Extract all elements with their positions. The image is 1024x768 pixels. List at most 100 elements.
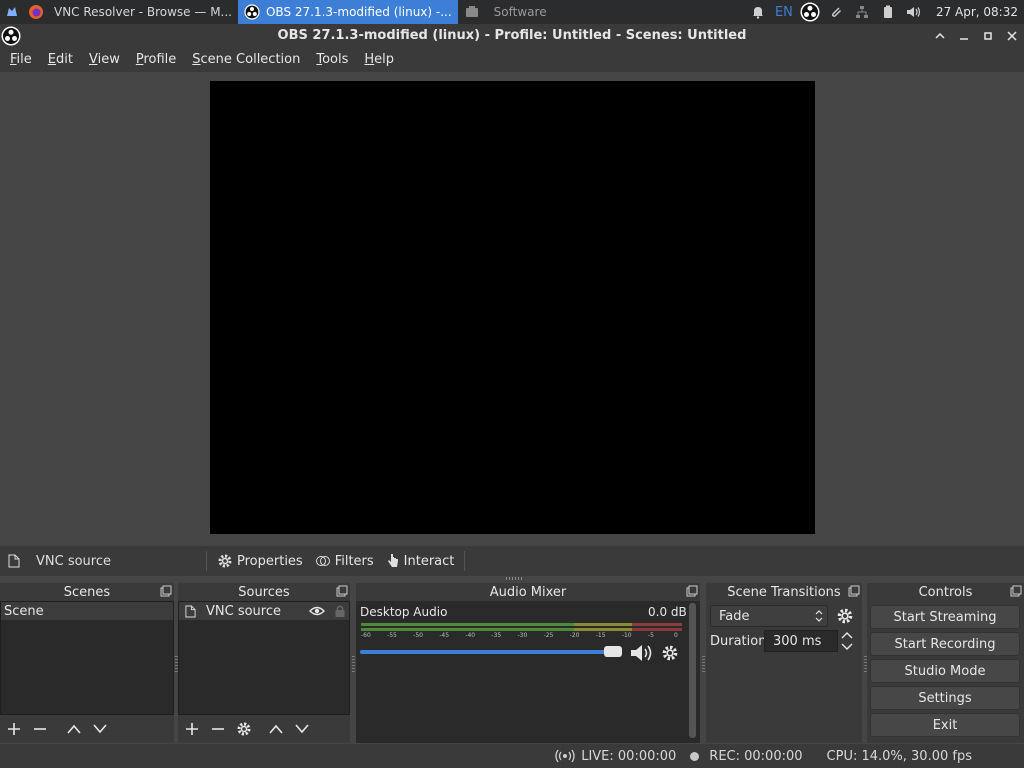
menu-profile[interactable]: Profile (128, 52, 184, 67)
clock[interactable]: 27 Apr, 08:32 (936, 5, 1018, 19)
close-button[interactable] (1004, 28, 1020, 44)
rec-status: REC: 00:00:00 (690, 749, 803, 764)
menu-edit[interactable]: Edit (40, 52, 81, 67)
duration-stepper[interactable] (840, 630, 856, 652)
source-item[interactable]: VNC source (179, 602, 349, 620)
menu-scene-collection[interactable]: Scene Collection (184, 52, 308, 67)
meter-tick-label: -10 (621, 632, 632, 639)
remove-source-button[interactable] (208, 719, 228, 739)
task-software[interactable]: Software (458, 0, 553, 24)
current-source-name: VNC source (36, 553, 111, 569)
menu-help[interactable]: Help (356, 52, 402, 67)
controls-title: Controls (867, 583, 1024, 601)
undock-icon[interactable] (1010, 585, 1022, 597)
gear-icon (237, 722, 251, 736)
bell-icon[interactable] (748, 2, 768, 22)
meter-tick-label: -5 (647, 632, 654, 639)
scene-item[interactable]: Scene (1, 602, 173, 620)
firefox-icon[interactable] (24, 0, 48, 24)
audio-mixer-dock: Audio Mixer Desktop Audio 0.0 dB -60 -55 -… (356, 583, 700, 743)
gear-icon (218, 554, 232, 568)
add-source-button[interactable] (182, 719, 202, 739)
exit-button[interactable]: Exit (870, 713, 1020, 737)
preview-canvas[interactable] (210, 81, 815, 534)
menu-bar: File Edit View Profile Scene Collection … (0, 47, 1024, 72)
filters-button[interactable]: Filters (309, 553, 380, 569)
status-bar: LIVE: 00:00:00 REC: 00:00:00 CPU: 14.0%,… (0, 744, 1024, 768)
network-icon[interactable] (852, 2, 872, 22)
stepper-arrows-icon (841, 632, 853, 650)
keyboard-layout-indicator[interactable]: EN (774, 2, 794, 22)
start-streaming-button[interactable]: Start Streaming (870, 605, 1020, 629)
scenes-dock: Scenes Scene (0, 583, 174, 743)
toolbar-separator (464, 551, 466, 571)
source-properties-button[interactable] (234, 719, 254, 739)
move-scene-up-button[interactable] (64, 719, 84, 739)
controls-dock: Controls Start Streaming Start Recording… (867, 583, 1024, 743)
scenes-list[interactable]: Scene (0, 601, 174, 715)
scenes-title: Scenes (0, 583, 174, 601)
dock-splitter[interactable] (352, 656, 355, 672)
duration-input[interactable]: 300 ms (764, 630, 838, 652)
window-title: OBS 27.1.3-modified (linux) - Profile: U… (277, 28, 747, 43)
app-menu-icon[interactable] (0, 0, 24, 24)
mixer-settings-button[interactable] (659, 643, 681, 663)
mixer-db-value: 0.0 dB (648, 605, 687, 619)
studio-mode-button[interactable]: Studio Mode (870, 659, 1020, 683)
scene-transitions-title: Scene Transitions (706, 583, 862, 601)
file-icon (8, 554, 20, 568)
remove-scene-button[interactable] (30, 719, 50, 739)
lock-icon[interactable] (334, 604, 346, 618)
eye-icon[interactable] (309, 604, 325, 618)
taskbar: VNC Resolver - Browse — M... OBS 27.1.3-… (0, 0, 1024, 24)
obs-tray-icon[interactable] (800, 2, 820, 22)
menu-view[interactable]: View (81, 52, 128, 67)
battery-icon[interactable] (878, 2, 898, 22)
interact-button[interactable]: Interact (380, 553, 461, 569)
mute-button[interactable] (628, 642, 654, 664)
scenes-toolbar (0, 715, 174, 743)
sources-list[interactable]: VNC source (178, 601, 350, 715)
properties-button[interactable]: Properties (211, 553, 309, 569)
task-obs[interactable]: OBS 27.1.3-modified (linux) -... (237, 0, 458, 24)
filter-icon (315, 556, 330, 566)
undock-icon[interactable] (848, 585, 860, 597)
undock-icon[interactable] (686, 585, 698, 597)
meter-tick-label: -45 (439, 632, 450, 639)
add-scene-button[interactable] (4, 719, 24, 739)
volume-icon[interactable] (904, 2, 924, 22)
clip-icon[interactable] (826, 2, 846, 22)
undock-icon[interactable] (336, 585, 348, 597)
transition-properties-button[interactable] (834, 606, 856, 626)
volume-slider[interactable] (360, 646, 622, 657)
meter-tick-label: -35 (491, 632, 502, 639)
move-source-up-button[interactable] (266, 719, 286, 739)
move-scene-down-button[interactable] (90, 719, 110, 739)
window-up-button[interactable] (932, 28, 948, 44)
minimize-button[interactable] (956, 28, 972, 44)
menu-file[interactable]: File (2, 52, 40, 67)
undock-icon[interactable] (160, 585, 172, 597)
dock-splitter[interactable] (702, 656, 705, 672)
broadcast-icon (555, 749, 575, 763)
mixer-channel-name: Desktop Audio (360, 605, 448, 619)
meter-tick-label: -20 (569, 632, 580, 639)
system-tray: EN 27 Apr, 08:32 (748, 0, 1024, 24)
mixer-scrollbar[interactable] (689, 603, 696, 738)
menu-tools[interactable]: Tools (308, 52, 356, 67)
move-source-down-button[interactable] (292, 719, 312, 739)
duration-label: Duration (710, 634, 767, 649)
task-browser[interactable]: VNC Resolver - Browse — M... (48, 0, 238, 24)
start-recording-button[interactable]: Start Recording (870, 632, 1020, 656)
dock-drag-handle[interactable] (506, 577, 522, 580)
volume-slider-handle[interactable] (604, 646, 622, 657)
meter-tick-label: -60 (361, 632, 371, 639)
volume-slider-fill (360, 650, 613, 654)
gear-icon (662, 645, 678, 661)
settings-button[interactable]: Settings (870, 686, 1020, 710)
window-titlebar: OBS 27.1.3-modified (linux) - Profile: U… (0, 24, 1024, 47)
meter-tick-label: -25 (543, 632, 554, 639)
speaker-icon (631, 645, 652, 661)
transition-select[interactable]: Fade (710, 605, 828, 627)
maximize-button[interactable] (980, 28, 996, 44)
